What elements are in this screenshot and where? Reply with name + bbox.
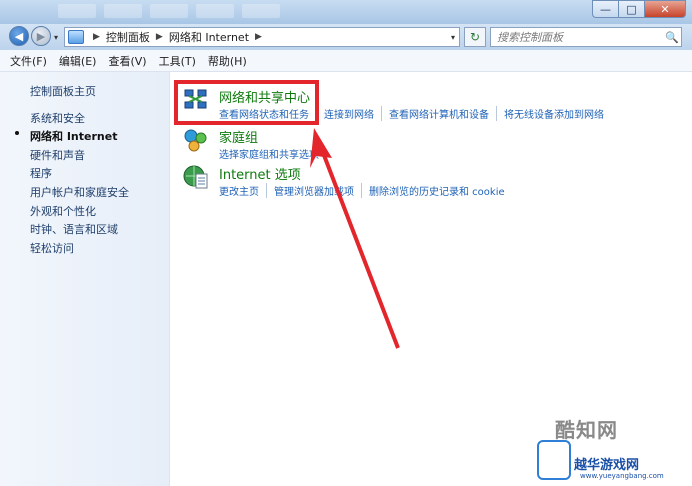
link-change-home-page[interactable]: 更改主页 [219, 183, 266, 198]
internet-options-icon[interactable] [183, 164, 209, 190]
blurred-title-segment [150, 4, 188, 18]
link-homegroup-options[interactable]: 选择家庭组和共享选项 [219, 146, 326, 161]
link-add-wireless-device[interactable]: 将无线设备添加到网络 [496, 106, 611, 121]
blurred-title-segment [196, 4, 234, 18]
sidebar-item-clock-region[interactable]: 时钟、语言和区域 [30, 221, 118, 237]
search-icon[interactable]: 🔍 [663, 31, 681, 44]
title-bar: — □ ✕ [0, 0, 692, 24]
window-controls: — □ ✕ [592, 0, 686, 18]
menu-view[interactable]: 查看(V) [108, 53, 146, 69]
search-box[interactable]: 搜索控制面板 🔍 [490, 27, 682, 47]
menu-edit[interactable]: 编辑(E) [59, 53, 97, 69]
sidebar-item-network-internet[interactable]: 网络和 Internet [30, 128, 117, 144]
link-connect-to-network[interactable]: 连接到网络 [316, 106, 381, 121]
sidebar: 控制面板主页 系统和安全 网络和 Internet 硬件和声音 程序 用户帐户和… [0, 72, 170, 486]
sidebar-item-system-security[interactable]: 系统和安全 [30, 110, 85, 126]
blurred-title-segment [242, 4, 280, 18]
menu-bar: 文件(F) 编辑(E) 查看(V) 工具(T) 帮助(H) [0, 50, 692, 72]
watermark-logo-icon [537, 440, 571, 480]
watermark-url: www.yueyangbang.com [580, 472, 664, 480]
breadcrumb-separator-icon[interactable]: ▶ [93, 32, 100, 42]
minimize-button[interactable]: — [592, 0, 618, 18]
watermark-logo-text: 酷知网 [555, 418, 618, 442]
blurred-title-segment [104, 4, 142, 18]
sidebar-item-hardware-sound[interactable]: 硬件和声音 [30, 147, 85, 163]
category-title-internet-options[interactable]: Internet 选项 [219, 164, 301, 183]
menu-help[interactable]: 帮助(H) [208, 53, 247, 69]
breadcrumb-network-internet[interactable]: 网络和 Internet [169, 29, 249, 45]
breadcrumb-control-panel[interactable]: 控制面板 [106, 29, 150, 45]
breadcrumb-separator-icon[interactable]: ▶ [156, 32, 163, 42]
blurred-title-segment [58, 4, 96, 18]
maximize-button[interactable]: □ [618, 0, 644, 18]
close-button[interactable]: ✕ [644, 0, 686, 18]
homegroup-icon[interactable] [183, 127, 209, 153]
forward-button[interactable]: ▶ [31, 26, 51, 46]
category-links: 更改主页 管理浏览器加载项 删除浏览的历史记录和 cookie [219, 183, 512, 198]
refresh-button[interactable]: ↻ [464, 27, 486, 47]
category-title-homegroup[interactable]: 家庭组 [219, 127, 258, 146]
address-bar[interactable]: ▶ 控制面板 ▶ 网络和 Internet ▶ ▾ [64, 27, 460, 47]
address-dropdown-icon[interactable]: ▾ [447, 33, 459, 42]
recent-pages-dropdown-icon[interactable]: ▾ [54, 33, 58, 42]
link-view-network-computers[interactable]: 查看网络计算机和设备 [381, 106, 496, 121]
menu-tools[interactable]: 工具(T) [159, 53, 196, 69]
search-input[interactable]: 搜索控制面板 [497, 29, 563, 45]
sidebar-item-programs[interactable]: 程序 [30, 165, 52, 181]
back-button[interactable]: ◀ [9, 26, 29, 46]
sidebar-item-appearance[interactable]: 外观和个性化 [30, 203, 96, 219]
watermark-site-name: 越华游戏网 [574, 458, 640, 473]
sidebar-item-ease-of-access[interactable]: 轻松访问 [30, 240, 74, 256]
navigation-bar: ◀ ▶ ▾ ▶ 控制面板 ▶ 网络和 Internet ▶ ▾ ↻ 搜索控制面板… [0, 24, 692, 50]
link-delete-history[interactable]: 删除浏览的历史记录和 cookie [361, 183, 512, 198]
link-manage-addons[interactable]: 管理浏览器加载项 [266, 183, 361, 198]
current-item-bullet-icon [15, 131, 19, 135]
highlight-box [174, 80, 319, 125]
category-links: 选择家庭组和共享选项 [219, 146, 326, 161]
control-panel-icon [68, 30, 84, 44]
breadcrumb-separator-icon[interactable]: ▶ [255, 32, 262, 42]
sidebar-item-user-accounts[interactable]: 用户帐户和家庭安全 [30, 184, 129, 200]
menu-file[interactable]: 文件(F) [10, 53, 47, 69]
title-bar-blur [58, 4, 280, 18]
sidebar-item-control-panel-home[interactable]: 控制面板主页 [30, 83, 96, 99]
